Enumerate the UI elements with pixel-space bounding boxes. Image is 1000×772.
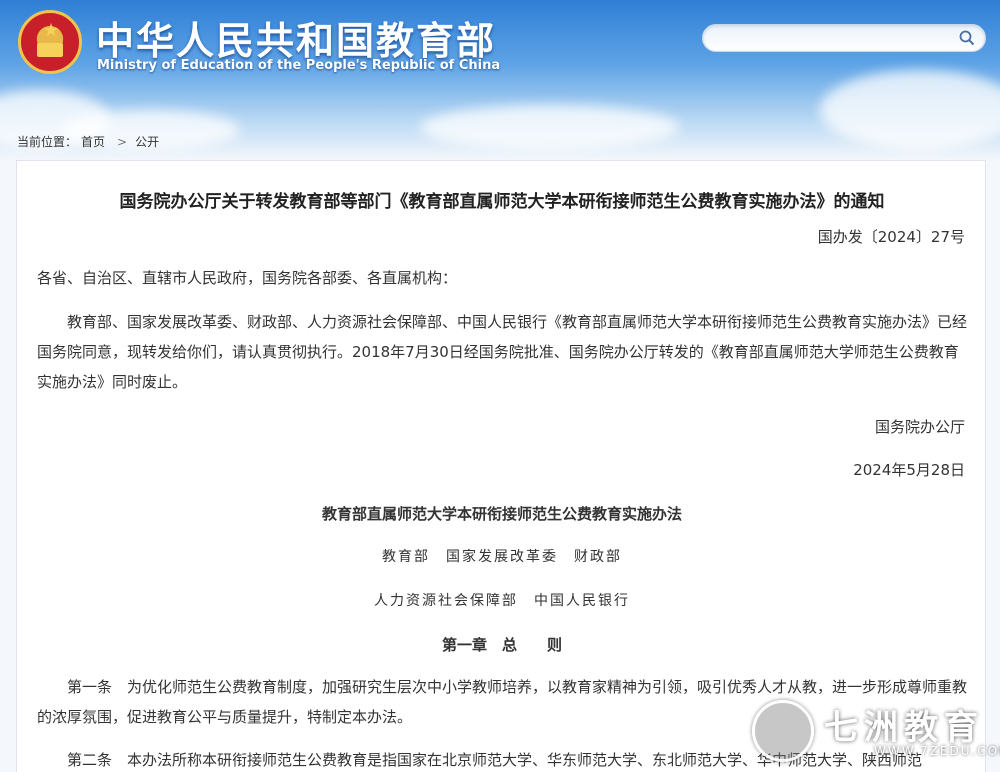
chapter-heading: 第一章 总 则 [441,636,562,654]
national-emblem-icon[interactable]: ★ [18,10,82,74]
attachment-title: 教育部直属师范大学本研衔接师范生公费教育实施办法 [321,505,682,523]
search-box[interactable] [702,24,986,52]
breadcrumb-public-link[interactable]: 公开 [135,135,159,149]
tiananmen-icon [37,43,63,57]
cloud-decoration [820,70,1000,150]
site-subtitle: Ministry of Education of the People's Re… [97,58,501,73]
document-title: 国务院办公厅关于转发教育部等部门《教育部直属师范大学本研衔接师范生公费教育实施办… [119,192,885,212]
document-body: 教育部、国家发展改革委、财政部、人力资源社会保障部、中国人民银行《教育部直属师范… [37,313,968,391]
issuers-line-1: 教育部 国家发展改革委 财政部 [382,549,622,565]
issuers-line-2: 人力资源社会保障部 中国人民银行 [374,593,630,609]
watermark-logo-icon [752,700,814,762]
signature-organization: 国务院办公厅 [874,418,965,436]
document-addressee: 各省、自治区、直辖市人民政府，国务院各部委、各直属机构： [37,269,458,287]
watermark-url: WWW.7ZEDU.COM [874,744,1000,758]
watermark-text: 七洲教育 [824,708,984,748]
breadcrumb-prefix: 当前位置： [17,135,78,149]
search-icon[interactable] [959,30,975,46]
watermark: 七洲教育 WWW.7ZEDU.COM [752,696,1000,768]
breadcrumb-separator: > [117,135,128,149]
star-icon: ★ [43,20,60,41]
breadcrumb-home-link[interactable]: 首页 [81,135,105,149]
search-input[interactable] [715,29,945,49]
site-title[interactable]: 中华人民共和国教育部 [96,10,496,65]
document-content: 国务院办公厅关于转发教育部等部门《教育部直属师范大学本研衔接师范生公费教育实施办… [16,160,986,772]
document-number: 国办发〔2024〕27号 [817,228,965,246]
cloud-decoration [420,105,680,150]
breadcrumb: 当前位置： 首页 > 公开 [17,133,163,150]
signature-date: 2024年5月28日 [853,461,965,479]
